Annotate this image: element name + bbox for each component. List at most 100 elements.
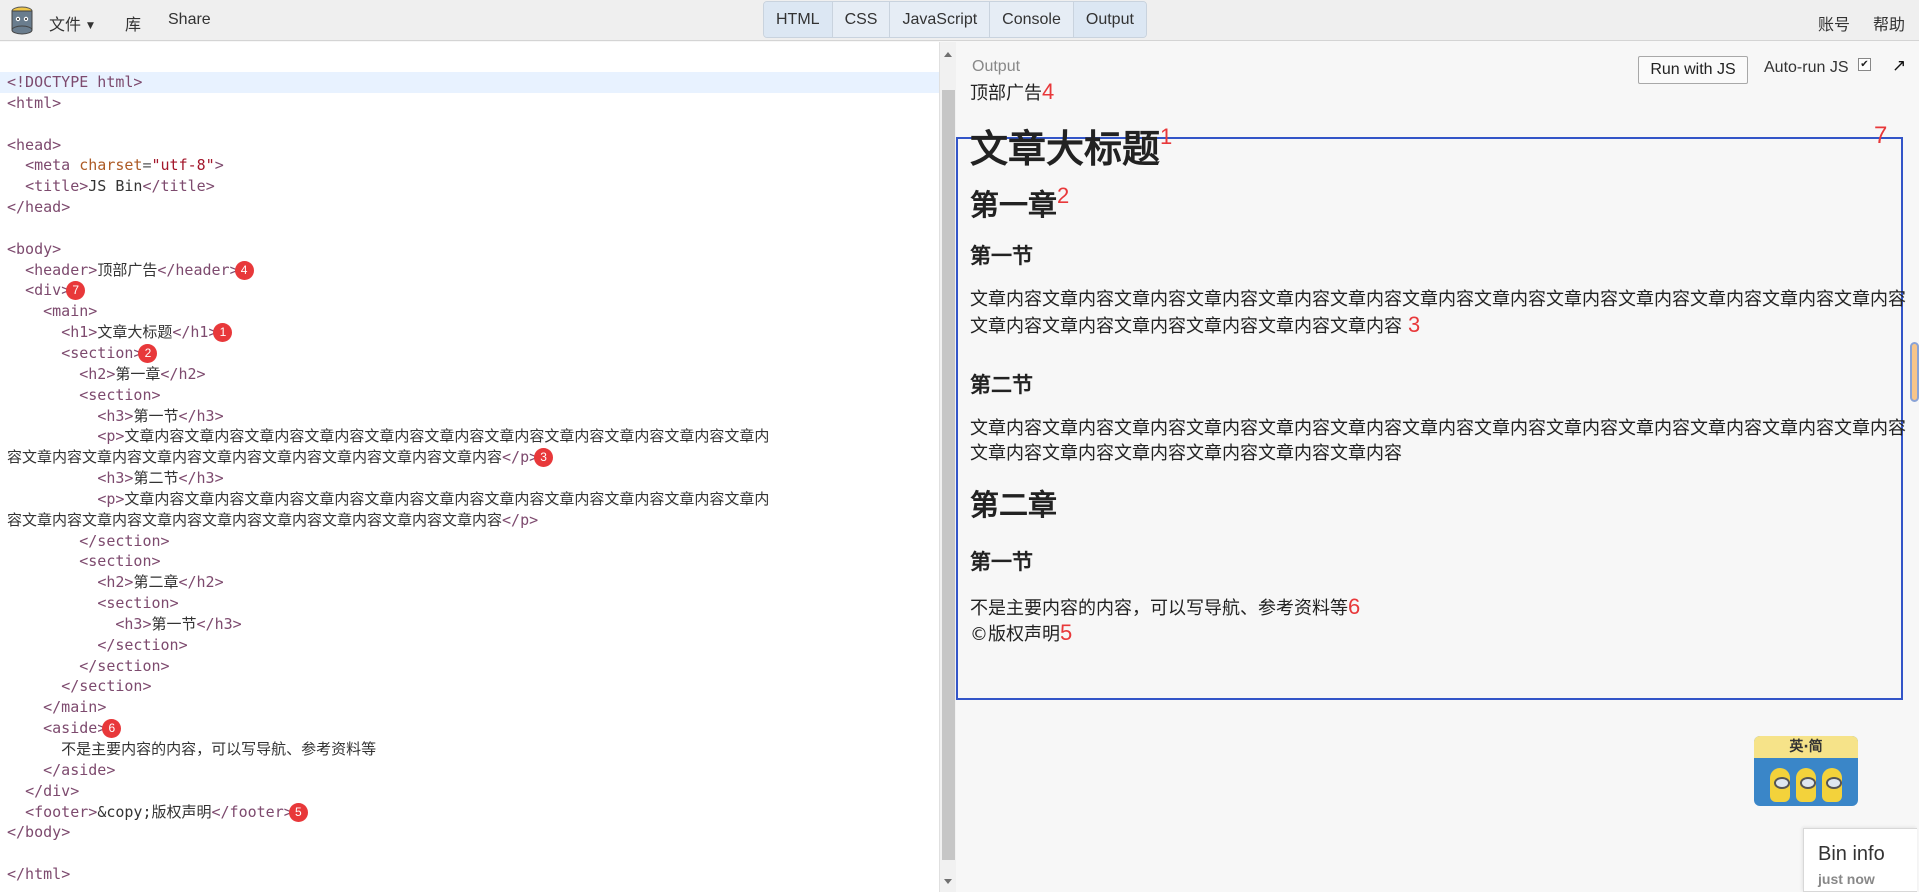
scroll-up-icon[interactable] — [944, 52, 952, 57]
minion-icon — [1796, 768, 1816, 802]
code-line[interactable]: </section> — [7, 635, 939, 656]
html-editor[interactable]: <!DOCTYPE html> <html> <head> <meta charse… — [0, 42, 939, 892]
code-line[interactable]: </head> — [7, 197, 939, 218]
rendered-h2-chapter1: 第一章2 — [970, 182, 1069, 224]
code-line[interactable]: <body> — [7, 239, 939, 260]
h1-text: 文章大标题 — [970, 127, 1161, 171]
code-line[interactable]: 容文章内容文章内容文章内容文章内容文章内容文章内容文章内容文章内容</p>3 — [7, 447, 939, 468]
top-bar: 文件 ▼ 库 Share HTML CSS JavaScript Console … — [0, 0, 1919, 41]
tab-css[interactable]: CSS — [833, 2, 891, 37]
scrollbar-thumb[interactable] — [942, 90, 955, 860]
code-line[interactable]: </aside> — [7, 760, 939, 781]
minion-icon — [1770, 768, 1790, 802]
file-menu[interactable]: 文件 ▼ — [49, 11, 94, 35]
code-line[interactable] — [7, 114, 939, 135]
code-line[interactable] — [7, 218, 939, 239]
code-line[interactable]: <h3>第一节</h3> — [7, 406, 939, 427]
code-line[interactable]: <div>7 — [7, 280, 939, 301]
code-line[interactable]: <section>2 — [7, 343, 939, 364]
code-line[interactable]: </main> — [7, 697, 939, 718]
annotation-badge: 7 — [66, 281, 86, 301]
rendered-h3-section2: 第二节 — [970, 373, 1033, 397]
code-line[interactable]: </section> — [7, 656, 939, 677]
code-line[interactable]: 不是主要内容的内容，可以写导航、参考资料等 — [7, 739, 939, 760]
code-line[interactable]: </div> — [7, 781, 939, 802]
bin-info-title: Bin info — [1818, 843, 1885, 865]
h2-number: 2 — [1057, 183, 1070, 208]
div-number-label: 7 — [1874, 122, 1888, 149]
code-line[interactable]: <footer>&copy;版权声明</footer>5 — [7, 802, 939, 823]
footer-text: ©版权声明 — [970, 624, 1060, 645]
output-scroll-indicator[interactable] — [1910, 342, 1919, 402]
tab-html[interactable]: HTML — [764, 2, 833, 37]
rendered-header: 顶部广告4 — [970, 79, 1054, 105]
annotation-badge: 3 — [534, 448, 554, 468]
code-line[interactable] — [7, 843, 939, 864]
editor-scrollbar[interactable] — [939, 42, 956, 892]
chevron-down-icon: ▼ — [87, 21, 94, 31]
code-line[interactable]: 容文章内容文章内容文章内容文章内容文章内容文章内容文章内容文章内容</p> — [7, 510, 939, 531]
aside-number: 6 — [1348, 594, 1361, 619]
header-text: 顶部广告 — [970, 83, 1042, 104]
code-line[interactable]: <main> — [7, 301, 939, 322]
minion-sticker-image[interactable]: 英·简 — [1754, 736, 1858, 806]
rendered-h3-chapter2-section1: 第一节 — [970, 550, 1033, 574]
code-line[interactable]: </section> — [7, 531, 939, 552]
code-line[interactable]: <title>JS Bin</title> — [7, 176, 939, 197]
output-panel: Output Run with JS Auto-run JS ✔ ↗ 7 顶部广… — [956, 42, 1919, 892]
jsbin-logo-icon[interactable] — [9, 5, 35, 35]
account-menu[interactable]: 账号 — [1818, 11, 1850, 35]
code-line[interactable]: <h1>文章大标题</h1>1 — [7, 322, 939, 343]
code-line[interactable]: <head> — [7, 135, 939, 156]
code-line[interactable]: <p>文章内容文章内容文章内容文章内容文章内容文章内容文章内容文章内容文章内容文… — [7, 489, 939, 510]
code-line[interactable]: <h2>第一章</h2> — [7, 364, 939, 385]
scroll-down-icon[interactable] — [944, 879, 952, 884]
annotation-badge: 1 — [213, 323, 233, 343]
code-line[interactable]: <h3>第一节</h3> — [7, 614, 939, 635]
code-line[interactable]: <section> — [7, 385, 939, 406]
code-line[interactable]: <section> — [7, 551, 939, 572]
annotation-badge: 5 — [288, 802, 308, 822]
code-line[interactable]: <h2>第二章</h2> — [7, 572, 939, 593]
code-area[interactable]: <!DOCTYPE html> <html> <head> <meta charse… — [0, 72, 939, 885]
rendered-h1: 文章大标题1 — [970, 118, 1172, 173]
h2-chapter1-text: 第一章 — [970, 188, 1058, 222]
header-number: 4 — [1042, 79, 1055, 104]
paragraph-1-text: 文章内容文章内容文章内容文章内容文章内容文章内容文章内容文章内容文章内容文章内容… — [970, 289, 1906, 337]
rendered-paragraph-1: 文章内容文章内容文章内容文章内容文章内容文章内容文章内容文章内容文章内容文章内容… — [970, 287, 1906, 339]
rendered-h3-section1: 第一节 — [970, 244, 1033, 268]
output-label: Output — [972, 58, 1021, 75]
code-line[interactable]: </body> — [7, 822, 939, 843]
code-line[interactable]: </html> — [7, 864, 939, 885]
autorun-label[interactable]: Auto-run JS — [1764, 59, 1848, 77]
code-line[interactable]: <meta charset="utf-8"> — [7, 155, 939, 176]
share-menu[interactable]: Share — [168, 11, 211, 29]
panel-toggle-group: HTML CSS JavaScript Console Output — [763, 1, 1147, 38]
sticker-text: 英·简 — [1754, 736, 1858, 758]
code-line[interactable]: <html> — [7, 93, 939, 114]
tab-javascript[interactable]: JavaScript — [890, 2, 991, 37]
library-menu[interactable]: 库 — [125, 11, 141, 35]
code-line[interactable]: <section> — [7, 593, 939, 614]
h1-number: 1 — [1160, 124, 1173, 149]
run-with-js-button[interactable]: Run with JS — [1638, 56, 1748, 84]
rendered-aside: 不是主要内容的内容，可以写导航、参考资料等6 — [970, 594, 1360, 620]
code-line[interactable]: <header>顶部广告</header>4 — [7, 260, 939, 281]
code-line[interactable]: <h3>第二节</h3> — [7, 468, 939, 489]
code-line[interactable]: </section> — [7, 676, 939, 697]
paragraph-number: 3 — [1408, 312, 1421, 337]
help-menu[interactable]: 帮助 — [1873, 11, 1905, 35]
autorun-checkbox[interactable]: ✔ — [1858, 58, 1871, 71]
tab-output[interactable]: Output — [1073, 2, 1146, 37]
rendered-footer: ©版权声明5 — [970, 620, 1072, 646]
aside-text: 不是主要内容的内容，可以写导航、参考资料等 — [970, 598, 1348, 619]
code-line[interactable]: <p>文章内容文章内容文章内容文章内容文章内容文章内容文章内容文章内容文章内容文… — [7, 426, 939, 447]
popout-arrow-icon[interactable]: ↗ — [1892, 56, 1906, 76]
file-menu-label: 文件 — [49, 15, 82, 34]
rendered-paragraph-2: 文章内容文章内容文章内容文章内容文章内容文章内容文章内容文章内容文章内容文章内容… — [970, 418, 1906, 464]
code-line[interactable]: <!DOCTYPE html> — [0, 72, 939, 93]
footer-number: 5 — [1060, 620, 1073, 645]
tab-console[interactable]: Console — [990, 2, 1074, 37]
bin-info-panel[interactable]: Bin info just now — [1803, 828, 1917, 892]
code-line[interactable]: <aside>6 — [7, 718, 939, 739]
